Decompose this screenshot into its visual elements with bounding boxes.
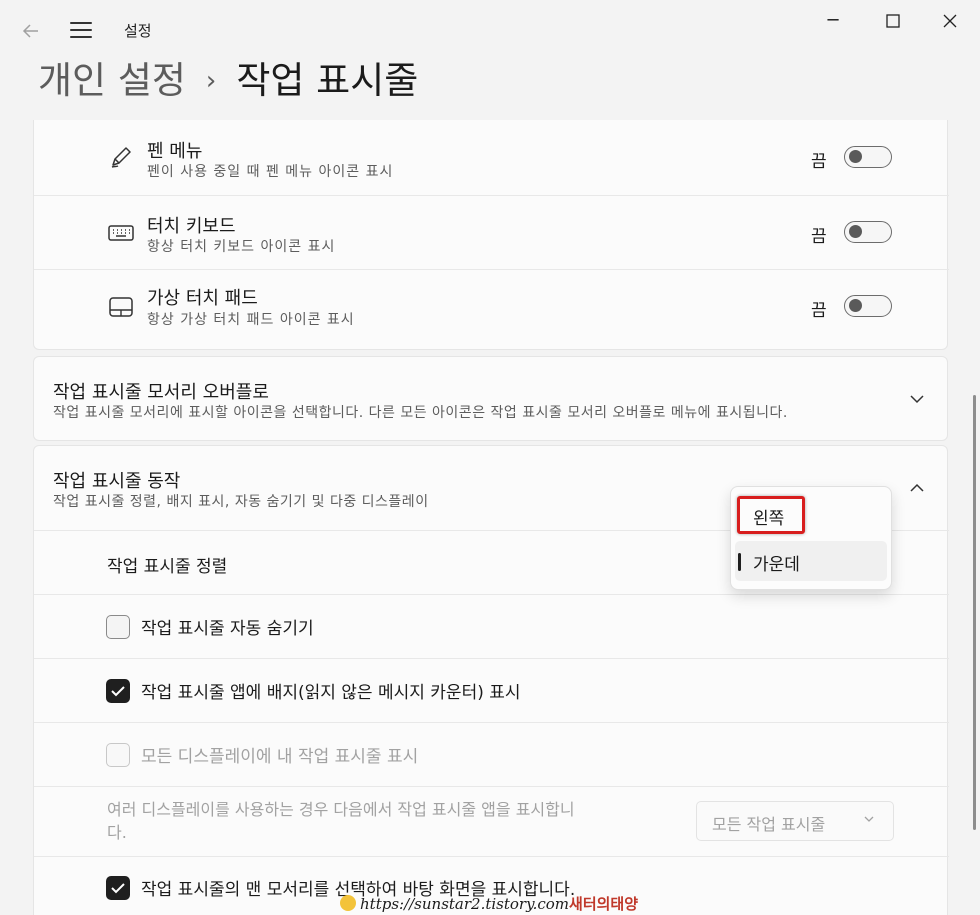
badges-row[interactable]: 작업 표시줄 앱에 배지(읽지 않은 메시지 카운터) 표시 <box>34 658 949 722</box>
dropdown-value: 모든 작업 표시줄 <box>712 815 826 834</box>
touch-keyboard-toggle[interactable] <box>844 221 892 243</box>
tray-icon-subtitle: 항상 가상 터치 패드 아이콘 표시 <box>147 312 355 328</box>
hamburger-icon-line <box>70 29 92 31</box>
title-bar: 설정 ─ <box>0 0 980 52</box>
maximize-button[interactable] <box>873 8 913 34</box>
page-title: 작업 표시줄 <box>236 59 419 102</box>
tray-icon-title: 펜 메뉴 <box>147 141 203 162</box>
multi-display-row: 여러 디스플레이를 사용하는 경우 다음에서 작업 표시줄 앱을 표시합니 다.… <box>34 786 949 856</box>
corner-overflow-card[interactable]: 작업 표시줄 모서리 오버플로 작업 표시줄 모서리에 표시할 아이콘을 선택합… <box>33 356 948 441</box>
navigation-menu-button[interactable] <box>70 22 92 40</box>
chevron-down-icon <box>864 816 874 822</box>
section-subtitle: 작업 표시줄 모서리에 표시할 아이콘을 선택합니다. 다른 모든 아이콘은 작… <box>53 405 788 421</box>
tray-icon-title: 터치 키보드 <box>147 216 236 237</box>
badges-label: 작업 표시줄 앱에 배지(읽지 않은 메시지 카운터) 표시 <box>141 683 521 703</box>
app-title: 설정 <box>124 22 152 40</box>
annotation-highlight-box <box>737 496 805 534</box>
keyboard-icon <box>108 225 134 241</box>
alignment-label: 작업 표시줄 정렬 <box>107 557 228 577</box>
auto-hide-checkbox[interactable] <box>106 615 130 639</box>
all-displays-label: 모든 디스플레이에 내 작업 표시줄 표시 <box>141 747 419 767</box>
watermark-url: https://sunstar2.tistory.com <box>360 895 570 913</box>
pen-menu-toggle[interactable] <box>844 146 892 168</box>
checkmark-icon <box>111 686 125 697</box>
tray-icon-subtitle: 펜이 사용 중일 때 펜 메뉴 아이콘 표시 <box>147 164 394 180</box>
smiley-icon <box>340 895 356 911</box>
tray-icon-row-touchpad: 가상 터치 패드 항상 가상 터치 패드 아이콘 표시 끔 <box>34 269 949 343</box>
section-title: 작업 표시줄 동작 <box>53 471 181 492</box>
scrollbar[interactable] <box>973 395 976 830</box>
watermark-name: 새터의태양 <box>569 895 639 913</box>
tray-icon-row-pen: 펜 메뉴 펜이 사용 중일 때 펜 메뉴 아이콘 표시 끔 <box>34 121 949 195</box>
tray-icon-subtitle: 항상 터치 키보드 아이콘 표시 <box>147 239 336 255</box>
close-button[interactable] <box>930 8 970 34</box>
auto-hide-row[interactable]: 작업 표시줄 자동 숨기기 <box>34 594 949 658</box>
option-label: 가운데 <box>753 555 800 575</box>
toggle-knob <box>849 150 862 163</box>
pen-icon <box>111 147 131 168</box>
touchpad-icon <box>109 297 133 317</box>
maximize-icon <box>886 14 900 28</box>
all-displays-checkbox <box>106 743 130 767</box>
corner-desktop-checkbox[interactable] <box>106 876 130 900</box>
back-arrow-icon <box>22 24 38 38</box>
hamburger-icon-line <box>70 36 92 38</box>
minimize-button[interactable]: ─ <box>813 8 853 34</box>
toggle-knob <box>849 299 862 312</box>
alignment-option-center[interactable]: 가운데 <box>735 541 887 581</box>
section-subtitle: 작업 표시줄 정렬, 배지 표시, 자동 숨기기 및 다중 디스플레이 <box>53 494 429 510</box>
auto-hide-label: 작업 표시줄 자동 숨기기 <box>141 619 314 639</box>
all-displays-row: 모든 디스플레이에 내 작업 표시줄 표시 <box>34 722 949 786</box>
toggle-state-label: 끔 <box>811 227 827 247</box>
tray-icon-row-touch-keyboard: 터치 키보드 항상 터치 키보드 아이콘 표시 끔 <box>34 195 949 269</box>
selection-indicator <box>738 553 741 571</box>
breadcrumb-separator: › <box>205 66 217 96</box>
checkmark-icon <box>111 883 125 894</box>
hamburger-icon <box>70 22 92 24</box>
other-tray-icons-card: 펜 메뉴 펜이 사용 중일 때 펜 메뉴 아이콘 표시 끔 터치 키보드 항상 … <box>33 120 949 350</box>
chevron-down-icon <box>910 395 924 404</box>
chevron-up-icon <box>910 483 924 492</box>
close-icon <box>943 14 957 28</box>
toggle-state-label: 끔 <box>811 301 827 321</box>
toggle-state-label: 끔 <box>811 152 827 172</box>
multi-display-dropdown: 모든 작업 표시줄 <box>696 801 894 841</box>
virtual-touchpad-toggle[interactable] <box>844 295 892 317</box>
toggle-knob <box>849 225 862 238</box>
watermark: https://sunstar2.tistory.com새터의태양 <box>340 893 638 915</box>
back-button[interactable] <box>18 18 44 44</box>
section-title: 작업 표시줄 모서리 오버플로 <box>53 382 269 403</box>
tray-icon-title: 가상 터치 패드 <box>147 288 258 309</box>
breadcrumb-parent[interactable]: 개인 설정 <box>38 59 186 102</box>
multi-display-text: 여러 디스플레이를 사용하는 경우 다음에서 작업 표시줄 앱을 표시합니 다. <box>107 800 575 842</box>
badges-checkbox[interactable] <box>106 679 130 703</box>
breadcrumb: 개인 설정 › 작업 표시줄 <box>38 58 418 104</box>
